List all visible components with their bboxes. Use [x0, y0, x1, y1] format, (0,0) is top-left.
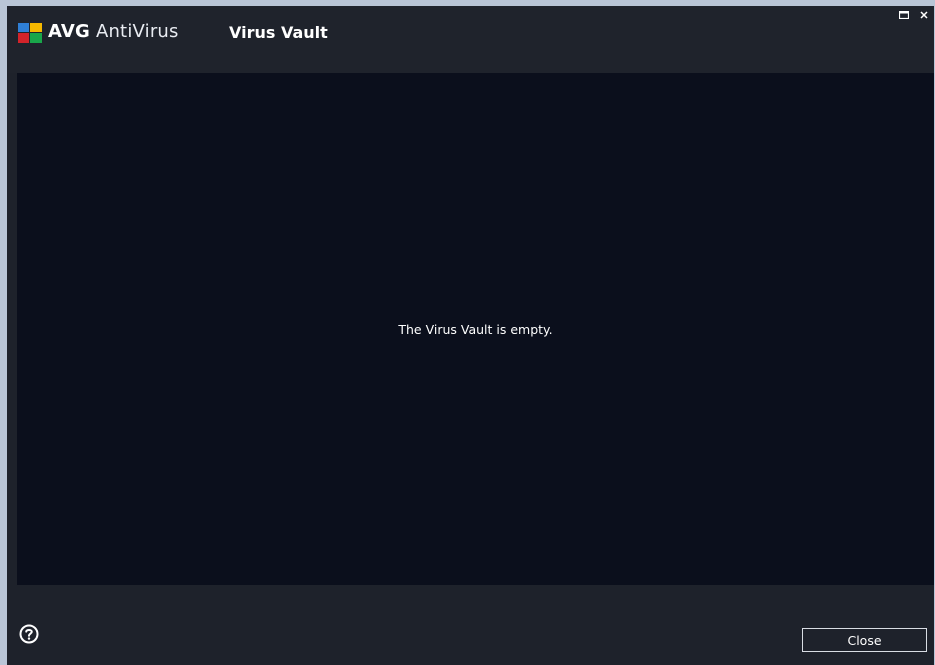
restore-button[interactable]	[894, 6, 914, 24]
help-icon	[19, 624, 39, 648]
close-button[interactable]: Close	[802, 628, 927, 652]
avg-logo-icon	[18, 23, 42, 43]
page-title: Virus Vault	[229, 23, 328, 42]
empty-state-message: The Virus Vault is empty.	[398, 321, 553, 337]
virus-vault-list: The Virus Vault is empty.	[17, 73, 934, 585]
product-name: AVG AntiVirus	[48, 21, 179, 42]
brand-avg-label: AVG	[48, 21, 91, 42]
help-button[interactable]	[19, 624, 39, 648]
brand-antivirus-label: AntiVirus	[95, 21, 179, 42]
close-window-button[interactable]	[914, 6, 934, 24]
restore-icon	[898, 9, 910, 22]
title-bar: AVG AntiVirus Virus Vault	[7, 6, 934, 73]
window-controls	[894, 6, 934, 24]
virus-vault-window: AVG AntiVirus Virus Vault The Virus Vaul…	[0, 0, 935, 665]
close-icon	[920, 9, 928, 22]
